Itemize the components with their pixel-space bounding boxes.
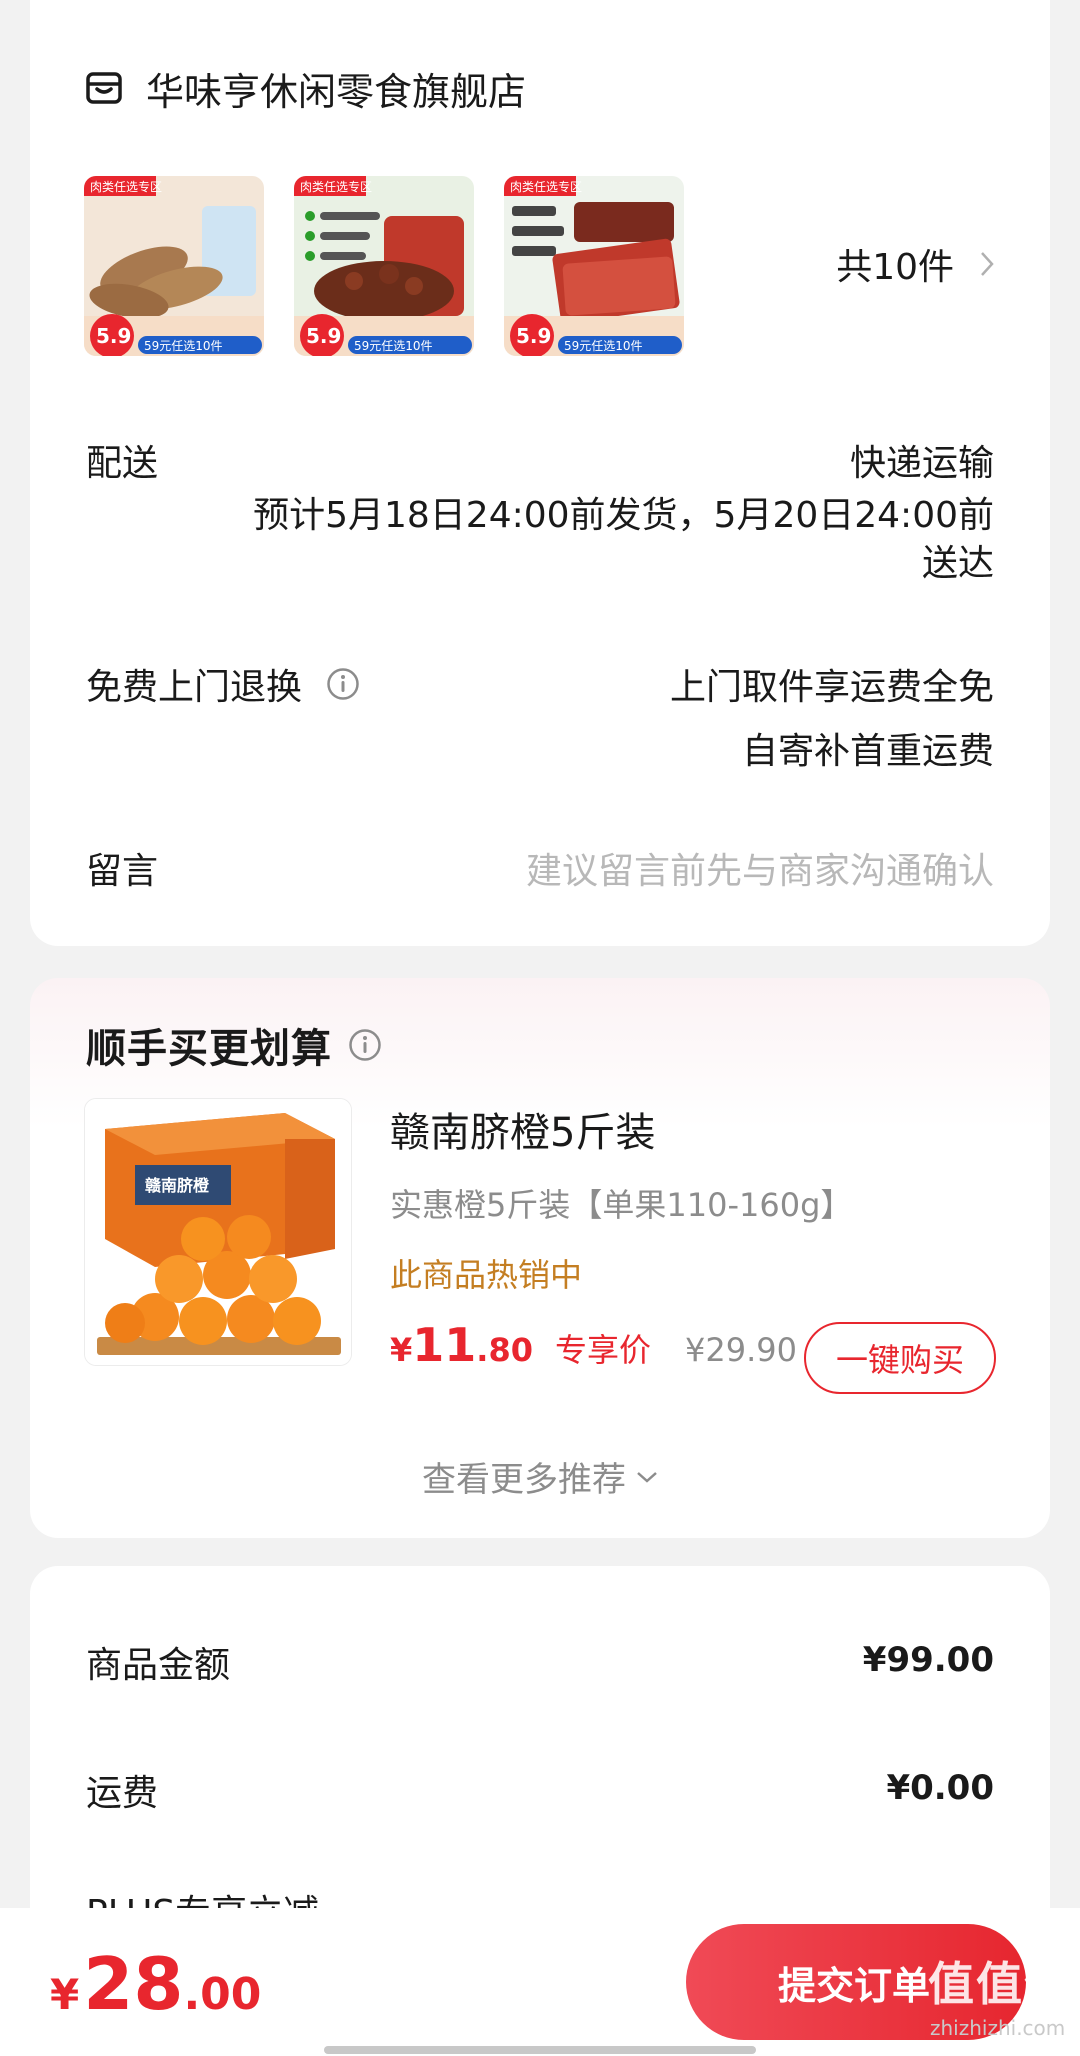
- svg-text:59元任选10件: 59元任选10件: [564, 339, 643, 353]
- recommend-product-spec: 实惠橙5斤装【单果110-160g】: [390, 1186, 853, 1224]
- orange-product-image[interactable]: 赣南脐橙: [84, 1098, 352, 1366]
- total-currency: ¥: [50, 1970, 80, 2019]
- total-price: ¥ 28 .00: [50, 1942, 261, 2026]
- original-price: ¥29.90: [684, 1331, 797, 1369]
- product-thumbnail-1[interactable]: 肉类任选专区 5.9 59元任选10件: [84, 176, 264, 356]
- store-header[interactable]: 华味亨休闲零食旗舰店: [86, 60, 526, 116]
- goods-amount-value: ¥99.00: [862, 1640, 994, 1680]
- one-click-buy-button[interactable]: 一键购买: [804, 1322, 996, 1394]
- view-more-link[interactable]: 查看更多推荐: [30, 1452, 1050, 1501]
- product-thumbnail-2[interactable]: 肉类任选专区 5.9 59元任选10件: [294, 176, 474, 356]
- recommend-title: 顺手买更划算: [86, 1026, 332, 1072]
- submit-order-label: 提交订单: [778, 1963, 931, 2008]
- order-store-card: 华味亨休闲零食旗舰店 肉类任选专区 5.9 59元任选10件 肉类任选专区 5.…: [30, 0, 1050, 946]
- product-thumbnail-3[interactable]: 肉类任选专区 5.9 59元任选10件: [504, 176, 684, 356]
- free-return-row: 免费上门退换: [86, 658, 360, 710]
- free-return-line1: 上门取件享运费全免: [669, 667, 994, 708]
- recommend-price-row: ¥ 11 .80 专享价 ¥29.90: [390, 1318, 797, 1372]
- delivery-label: 配送: [86, 443, 159, 484]
- svg-text:肉类任选专区: 肉类任选专区: [90, 179, 162, 194]
- svg-text:5.9: 5.9: [516, 324, 551, 348]
- store-name: 华味亨休闲零食旗舰店: [146, 69, 527, 114]
- message-input[interactable]: 建议留言前先与商家沟通确认: [526, 842, 994, 894]
- total-decimal: .00: [183, 1969, 262, 2020]
- svg-text:赣南脐橙: 赣南脐橙: [145, 1176, 210, 1195]
- svg-text:59元任选10件: 59元任选10件: [354, 339, 433, 353]
- delivery-method: 快递运输: [849, 443, 994, 484]
- watermark-logo: 值值值: [928, 1957, 1072, 2011]
- info-icon[interactable]: [348, 1028, 382, 1062]
- svg-text:5.9: 5.9: [96, 324, 131, 348]
- svg-text:5.9: 5.9: [306, 324, 341, 348]
- chevron-right-icon: [981, 252, 994, 276]
- goods-amount-label: 商品金额: [86, 1645, 231, 1686]
- free-return-line2: 自寄补首重运费: [741, 731, 994, 772]
- chevron-down-icon: [637, 1471, 657, 1483]
- item-count: 共10件: [836, 247, 954, 288]
- svg-text:肉类任选专区: 肉类任选专区: [510, 179, 582, 194]
- item-count-link[interactable]: 共10件: [836, 238, 994, 290]
- home-indicator[interactable]: [324, 2046, 756, 2054]
- watermark-url: zhizhizhi.com: [930, 2016, 1066, 2040]
- svg-text:肉类任选专区: 肉类任选专区: [300, 179, 372, 194]
- recommend-product-name[interactable]: 赣南脐橙5斤装: [390, 1100, 655, 1158]
- recommend-hot-label: 此商品热销中: [390, 1256, 583, 1294]
- price-integer: 11: [412, 1318, 477, 1372]
- delivery-eta-line1: 预计5月18日24:00前发货，5月20日24:00前: [253, 495, 994, 536]
- recommend-header: 顺手买更划算: [86, 1016, 382, 1074]
- checkout-bar: ¥ 28 .00 提交订单 值值值 zhizhizhi.com: [0, 1908, 1080, 2056]
- free-return-label: 免费上门退换: [86, 667, 303, 708]
- shipping-label: 运费: [86, 1773, 159, 1814]
- store-icon: [86, 72, 122, 104]
- view-more-label: 查看更多推荐: [422, 1460, 626, 1500]
- message-label: 留言: [86, 851, 159, 892]
- recommend-card: 顺手买更划算 赣南脐橙 赣南脐橙5斤装 实惠橙5斤装【单果110-160g】 此…: [30, 978, 1050, 1538]
- price-currency: ¥: [390, 1331, 413, 1369]
- info-icon[interactable]: [326, 667, 360, 701]
- svg-text:59元任选10件: 59元任选10件: [144, 339, 223, 353]
- price-decimal: .80: [476, 1331, 533, 1369]
- total-integer: 28: [83, 1942, 184, 2026]
- delivery-eta-line2: 送达: [921, 543, 994, 584]
- exclusive-price-tag: 专享价: [554, 1331, 651, 1369]
- shipping-value: ¥0.00: [886, 1768, 994, 1808]
